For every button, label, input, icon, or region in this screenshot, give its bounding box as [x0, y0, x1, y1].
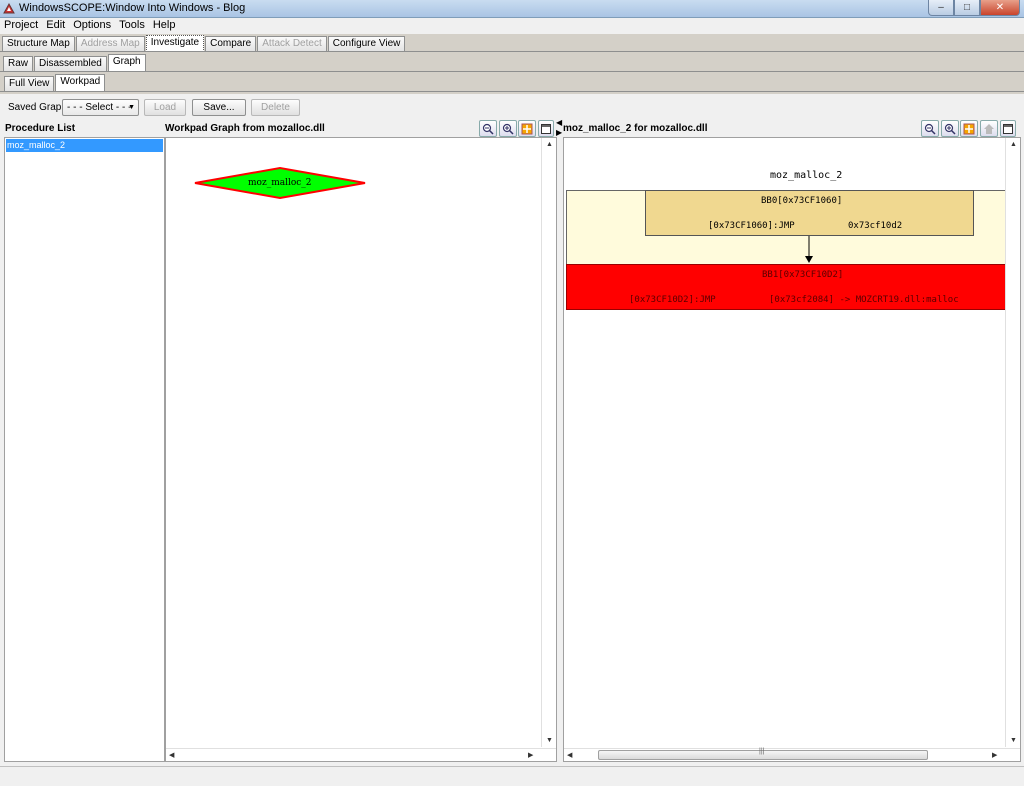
bb0-instruction: [0x73CF1060]:JMP — [708, 221, 795, 231]
tab-workpad[interactable]: Workpad — [55, 74, 106, 91]
tab-structure-map[interactable]: Structure Map — [2, 36, 75, 51]
chevron-down-icon: ▼ — [128, 104, 135, 111]
title-bar: WindowsSCOPE:Window Into Windows - Blog … — [0, 0, 1024, 18]
workpad-zoom-out-button[interactable] — [479, 120, 497, 137]
workpad-maximize-button[interactable] — [538, 120, 554, 137]
detail-home-button[interactable] — [980, 120, 998, 137]
zoom-out-icon — [924, 123, 936, 135]
horizontal-scroll-thumb[interactable]: ||| — [598, 748, 928, 760]
basic-block-bb1[interactable]: BB1[0x73CF10D2] [0x73CF10D2]:JMP [0x73cf… — [566, 264, 1006, 310]
zoom-in-icon — [502, 123, 514, 135]
scroll-right-icon[interactable]: ▶ — [992, 751, 997, 759]
tab-disassembled[interactable]: Disassembled — [34, 56, 107, 71]
maximize-button[interactable]: □ — [954, 0, 980, 16]
maximize-pane-icon — [1003, 124, 1013, 134]
window-title: WindowsSCOPE:Window Into Windows - Blog — [19, 2, 246, 14]
detail-header: moz_malloc_2 for mozalloc.dll — [563, 123, 708, 134]
grip-icon: ||| — [759, 748, 765, 755]
view-tab-strip: Full View Workpad — [4, 74, 106, 91]
tab-investigate[interactable]: Investigate — [145, 35, 205, 52]
menu-project[interactable]: Project — [0, 18, 42, 34]
splitter-right-arrow-icon[interactable]: ▶ — [556, 128, 562, 137]
scroll-left-icon[interactable]: ◀ — [567, 751, 572, 759]
fit-graph-icon — [963, 123, 975, 135]
view-tab-divider — [0, 91, 1024, 92]
saved-graph-label: Saved Graph — [8, 102, 67, 113]
detail-vertical-scrollbar[interactable]: ▲ ▼ — [1005, 138, 1020, 747]
scroll-right-icon[interactable]: ▶ — [528, 751, 533, 759]
edge-arrow — [805, 236, 813, 263]
procedure-list: moz_malloc_2 — [4, 137, 165, 762]
tab-compare[interactable]: Compare — [205, 36, 257, 51]
scroll-up-icon[interactable]: ▲ — [1010, 141, 1017, 148]
workpad-header: Workpad Graph from mozalloc.dll — [165, 123, 325, 134]
tab-graph[interactable]: Graph — [107, 54, 146, 71]
minimize-button[interactable]: – — [928, 0, 954, 16]
tab-configure-view[interactable]: Configure View — [327, 36, 406, 51]
detail-fit-button[interactable] — [960, 120, 978, 137]
procedure-list-header: Procedure List — [5, 123, 76, 134]
workpad-node-label: moz_malloc_2 — [248, 178, 312, 188]
scroll-up-icon[interactable]: ▲ — [546, 141, 553, 148]
zoom-in-icon — [944, 123, 956, 135]
workpad-horizontal-scrollbar[interactable]: ◀ ▶ — [166, 748, 556, 761]
tab-raw[interactable]: Raw — [3, 56, 34, 71]
saved-graph-select-value: - - - Select - - - — [67, 102, 132, 113]
bb1-instruction: [0x73CF10D2]:JMP — [629, 295, 716, 305]
basic-block-bb0[interactable]: BB0[0x73CF1060] [0x73CF1060]:JMP 0x73cf1… — [645, 190, 974, 236]
detail-zoom-out-button[interactable] — [921, 120, 939, 137]
status-bar — [0, 766, 1024, 786]
menu-edit[interactable]: Edit — [42, 18, 69, 34]
workpad-zoom-in-button[interactable] — [499, 120, 517, 137]
bb0-name: BB0[0x73CF1060] — [761, 196, 843, 206]
splitter-left-arrow-icon[interactable]: ◀ — [556, 118, 562, 127]
sub-tab-divider — [0, 71, 1024, 72]
app-icon — [3, 2, 15, 14]
tab-address-map: Address Map — [75, 36, 145, 51]
bb1-target: [0x73cf2084] -> MOZCRT19.dll:malloc — [769, 295, 959, 305]
load-button[interactable]: Load — [144, 99, 186, 116]
zoom-out-icon — [482, 123, 494, 135]
saved-graph-select[interactable]: - - - Select - - - ▼ — [62, 99, 139, 116]
bb1-name: BB1[0x73CF10D2] — [762, 270, 844, 280]
save-button[interactable]: Save... — [192, 99, 246, 116]
scroll-down-icon[interactable]: ▼ — [1010, 737, 1017, 744]
detail-graph-panel[interactable]: moz_malloc_2 BB0[0x73CF1060] [0x73CF1060… — [563, 137, 1021, 762]
maximize-pane-icon — [541, 124, 551, 134]
sub-tab-strip: Raw Disassembled Graph — [3, 54, 147, 71]
home-icon — [984, 124, 994, 134]
main-tab-divider — [0, 51, 1024, 52]
menu-tools[interactable]: Tools — [115, 18, 149, 34]
detail-maximize-button[interactable] — [1000, 120, 1016, 137]
delete-button[interactable]: Delete — [251, 99, 300, 116]
scroll-down-icon[interactable]: ▼ — [546, 737, 553, 744]
menu-help[interactable]: Help — [149, 18, 180, 34]
detail-horizontal-scrollbar[interactable]: ◀ ||| ▶ — [564, 748, 1020, 761]
workpad-graph-panel[interactable]: moz_malloc_2 ▲ ▼ ◀ ▶ — [165, 137, 557, 762]
close-button[interactable]: ✕ — [980, 0, 1020, 16]
menu-options[interactable]: Options — [69, 18, 115, 34]
workpad-vertical-scrollbar[interactable]: ▲ ▼ — [541, 138, 556, 747]
tab-attack-detect: Attack Detect — [257, 36, 327, 51]
workpad-fit-button[interactable] — [518, 120, 536, 137]
main-tab-strip: Structure Map Address Map Investigate Co… — [2, 35, 406, 52]
scroll-left-icon[interactable]: ◀ — [169, 751, 174, 759]
detail-zoom-in-button[interactable] — [941, 120, 959, 137]
bb0-target: 0x73cf10d2 — [848, 221, 903, 231]
graph-title: moz_malloc_2 — [770, 170, 843, 181]
procedure-list-item[interactable]: moz_malloc_2 — [6, 139, 163, 152]
tab-full-view[interactable]: Full View — [4, 76, 55, 91]
menu-bar: Project Edit Options Tools Help — [0, 18, 1024, 34]
fit-graph-icon — [521, 123, 533, 135]
